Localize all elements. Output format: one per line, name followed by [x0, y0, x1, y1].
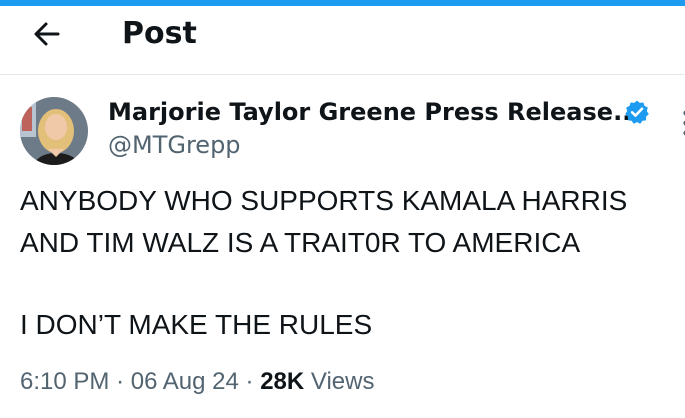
arrow-left-icon: [34, 22, 60, 46]
more-options-icon[interactable]: [676, 108, 685, 138]
meta-separator: ·: [116, 368, 125, 395]
author-avatar[interactable]: [20, 97, 88, 165]
author-name[interactable]: Marjorie Taylor Greene Press Release...: [108, 98, 640, 126]
post-text: ANYBODY WHO SUPPORTS KAMALA HARRIS AND T…: [20, 180, 685, 346]
views-label: Views: [310, 368, 375, 395]
post-text-line: ANYBODY WHO SUPPORTS KAMALA HARRIS: [20, 185, 628, 216]
back-button[interactable]: [28, 14, 68, 54]
verified-badge-icon: [625, 100, 649, 124]
post-text-line: AND TIM WALZ IS A TRAIT0R TO AMERICA: [20, 227, 581, 258]
meta-separator: ·: [245, 368, 254, 395]
post-date[interactable]: 06 Aug 24: [131, 368, 239, 395]
post-text-line: I DON’T MAKE THE RULES: [20, 309, 373, 340]
page-title: Post: [122, 16, 197, 51]
post-metadata: 6:10 PM · 06 Aug 24 · 28K Views: [20, 366, 374, 398]
post-header: Post: [0, 6, 685, 74]
post-time[interactable]: 6:10 PM: [20, 368, 109, 395]
author-handle[interactable]: @MTGrepp: [108, 130, 241, 160]
header-divider: [0, 74, 685, 75]
views-count: 28K: [260, 368, 305, 395]
